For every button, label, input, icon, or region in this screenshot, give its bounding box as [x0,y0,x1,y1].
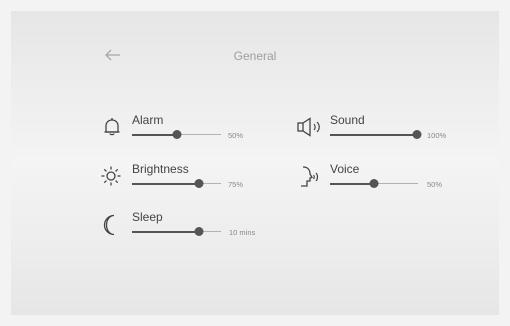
sleep-value: 10 mins [229,228,256,237]
setting-sound-label: Sound [330,113,365,127]
slider-fill [330,183,374,185]
sleep-slider[interactable] [132,227,221,237]
setting-voice-label: Voice [330,162,360,176]
setting-sleep: Sleep 10 mins [101,210,271,240]
setting-voice: Voice 50% [299,162,459,192]
sound-value: 100% [427,131,447,140]
sun-icon [101,166,121,186]
brightness-slider[interactable] [132,179,221,189]
slider-thumb[interactable] [194,227,204,236]
voice-icon [301,166,319,187]
speaker-icon [297,117,320,137]
slider-thumb[interactable] [172,130,181,139]
sound-slider[interactable] [330,130,422,140]
brightness-value: 75% [228,180,244,189]
slider-fill [132,183,199,185]
setting-alarm-label: Alarm [132,113,164,127]
slider-fill [132,231,199,233]
alarm-value: 50% [228,131,244,140]
slider-thumb[interactable] [369,179,379,188]
moon-icon [103,214,115,236]
setting-brightness-label: Brightness [132,162,189,176]
voice-value: 50% [427,180,443,189]
bell-icon [104,118,120,136]
setting-alarm: Alarm 50% [103,113,263,143]
page-title: General [233,49,277,63]
voice-slider[interactable] [330,179,418,189]
slider-thumb[interactable] [194,179,204,188]
slider-thumb[interactable] [412,130,422,139]
alarm-slider[interactable] [132,130,221,140]
setting-sleep-label: Sleep [132,210,163,224]
setting-brightness: Brightness 75% [101,162,261,192]
slider-fill [330,134,417,136]
slider-fill [132,134,177,136]
setting-sound: Sound 100% [297,113,467,143]
